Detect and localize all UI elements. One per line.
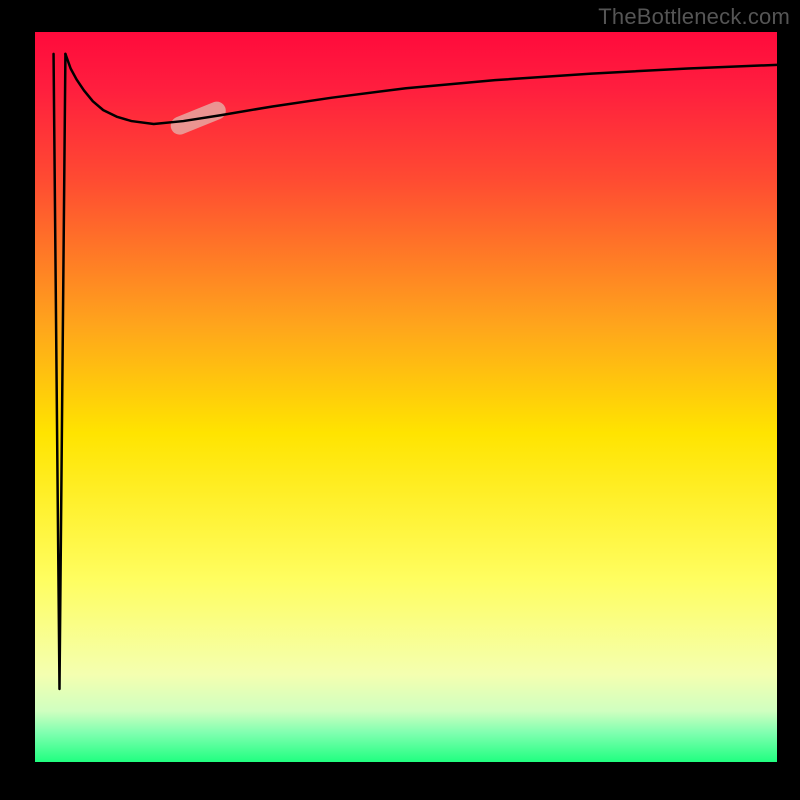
plot-background xyxy=(35,32,777,762)
chart-svg xyxy=(0,0,800,800)
watermark-text: TheBottleneck.com xyxy=(598,4,790,30)
chart-container: TheBottleneck.com xyxy=(0,0,800,800)
